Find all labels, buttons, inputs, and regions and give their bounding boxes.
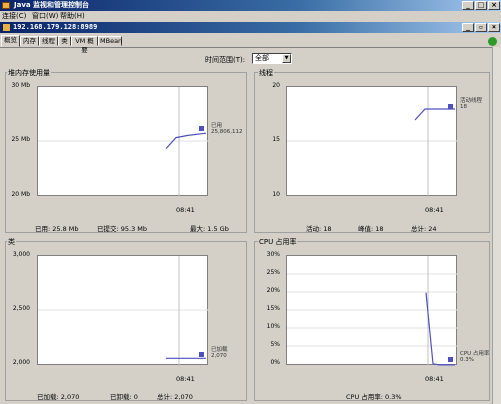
tab-classes[interactable]: 类: [58, 36, 71, 46]
cpu-ytick: 5%: [270, 341, 280, 348]
minimize-button[interactable]: _: [462, 1, 474, 10]
menu-window[interactable]: 窗口(W): [32, 11, 58, 22]
cpu-ytick: 20%: [266, 287, 280, 294]
tab-threads[interactable]: 线程: [39, 36, 58, 46]
inner-close-button[interactable]: ×: [488, 23, 500, 32]
threads-ytick: 20: [272, 82, 280, 89]
chevron-down-icon[interactable]: ▼: [282, 54, 291, 63]
classes-ytick: 2,000: [12, 359, 30, 366]
time-range-label: 时间范围(T):: [205, 56, 246, 64]
tab-overview[interactable]: 概览: [1, 35, 20, 47]
window-title: Java 监视和管理控制台: [14, 1, 90, 9]
time-range-value: 全部: [255, 54, 269, 62]
cpu-legend-swatch: [448, 357, 453, 362]
menu-connection[interactable]: 连接(C): [2, 11, 26, 22]
classes-legend-value: 2,070: [211, 353, 227, 359]
classes-title: 类: [7, 237, 16, 247]
threads-legend-value: 18: [460, 104, 467, 110]
threads-plot: [286, 86, 458, 197]
heap-ytick: 30 Mb: [11, 82, 30, 89]
heap-max: 最大: 1.5 Gb: [190, 225, 229, 233]
threads-title: 线程: [258, 68, 274, 78]
cpu-chart: [287, 256, 458, 366]
threads-live: 活动: 18: [306, 225, 332, 233]
threads-peak: 峰值: 18: [358, 225, 384, 233]
tab-mbeans[interactable]: MBean: [98, 36, 122, 46]
close-button[interactable]: ×: [488, 1, 500, 10]
classes-total: 总计: 2,070: [157, 393, 193, 401]
cpu-series-line: [425, 292, 455, 366]
heap-committed: 已提交: 95.3 Mb: [97, 225, 148, 233]
threads-xtick: 08:41: [425, 206, 444, 214]
connection-title: 192.168.179.128:8989: [13, 23, 98, 31]
cpu-ytick: 30%: [266, 251, 280, 258]
connection-titlebar[interactable]: 192.168.179.128:8989 _ ▫ ×: [0, 22, 501, 33]
threads-series-line: [414, 108, 455, 121]
threads-ytick: 10: [272, 191, 280, 198]
window-titlebar[interactable]: Java 监视和管理控制台 _ □ ×: [0, 0, 501, 11]
classes-ytick: 2,500: [12, 305, 30, 312]
classes-xtick: 08:41: [176, 375, 195, 383]
cpu-legend-value: 0.3%: [460, 357, 474, 363]
menu-bar: 连接(C) 窗口(W) 帮助(H): [0, 11, 501, 22]
inner-restore-button[interactable]: ▫: [475, 23, 487, 32]
classes-legend-swatch: [199, 352, 204, 357]
connection-status-icon[interactable]: [488, 37, 497, 46]
cpu-ytick: 10%: [266, 323, 280, 330]
heap-title: 堆内存使用量: [7, 68, 51, 78]
menu-help[interactable]: 帮助(H): [60, 11, 85, 22]
java-app-icon: [2, 2, 10, 9]
heap-legend-value: 25,806,112: [211, 129, 243, 135]
heap-ytick: 25 Mb: [11, 136, 30, 143]
maximize-button[interactable]: □: [475, 1, 487, 10]
classes-ytick: 3,000: [12, 251, 30, 258]
heap-plot: [37, 86, 209, 197]
inner-minimize-button[interactable]: _: [462, 23, 474, 32]
cpu-usage: CPU 占用率: 0.3%: [346, 393, 402, 401]
threads-ytick: 15: [272, 136, 280, 143]
classes-unloaded: 已卸载: 0: [110, 393, 138, 401]
vertical-scrollbar[interactable]: [492, 47, 501, 404]
tab-vm-summary[interactable]: VM 概要: [71, 36, 98, 54]
cpu-ytick: 0%: [270, 359, 280, 366]
cpu-title: CPU 占用率: [258, 237, 298, 247]
heap-ytick: 20 Mb: [11, 191, 30, 198]
time-range-select[interactable]: 全部 ▼: [252, 53, 292, 64]
tab-bar: 概览 内存 线程 类 VM 概要 MBean: [0, 35, 501, 54]
cpu-plot: [286, 255, 458, 366]
heap-used: 已用: 25.8 Mb: [35, 225, 79, 233]
java-cup-icon: [3, 24, 10, 31]
classes-plot: [37, 255, 209, 366]
threads-legend-swatch: [448, 104, 453, 109]
heap-legend-swatch: [199, 126, 204, 131]
tab-memory[interactable]: 内存: [20, 36, 39, 46]
classes-loaded: 已加载: 2,070: [37, 393, 80, 401]
classes-chart: [38, 256, 209, 366]
threads-total: 总计: 24: [411, 225, 437, 233]
cpu-ytick: 15%: [266, 305, 280, 312]
heap-xtick: 08:41: [176, 206, 195, 214]
threads-chart: [287, 87, 458, 197]
cpu-ytick: 25%: [266, 269, 280, 276]
heap-chart: [38, 87, 209, 197]
cpu-xtick: 08:41: [425, 375, 444, 383]
